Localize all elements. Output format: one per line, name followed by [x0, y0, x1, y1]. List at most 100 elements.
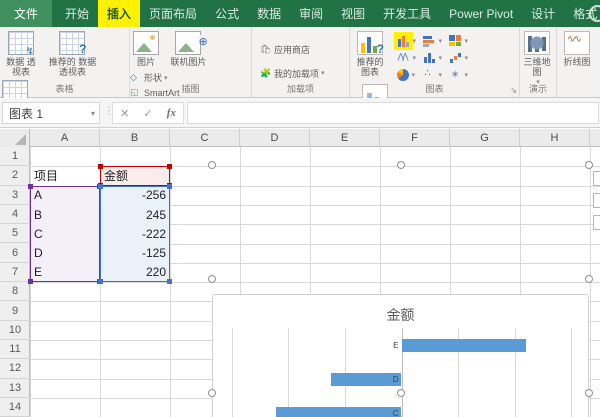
- tab-视图[interactable]: 视图: [332, 0, 374, 27]
- row-header-6[interactable]: 6: [0, 244, 30, 263]
- insert-line-or-area-chart-dropdown-icon[interactable]: ▾: [412, 54, 416, 62]
- insert-statistic-chart-button[interactable]: ▾: [423, 49, 449, 66]
- column-header-E[interactable]: E: [310, 129, 380, 147]
- ribbon-group-charts: 推荐的 图表 ▾▾▾▾▾▾▾▾▾ 数据透视图 ▾ ⇘ 图表: [350, 27, 520, 97]
- row-header-11[interactable]: 11: [0, 340, 30, 359]
- enter-icon[interactable]: ✓: [143, 107, 152, 120]
- cell-item-row5[interactable]: C: [30, 224, 100, 243]
- group-label-tours: 演示: [520, 82, 556, 95]
- cell-item-row6[interactable]: D: [30, 244, 100, 263]
- insert-function-icon[interactable]: fx: [167, 107, 176, 119]
- chart-selection-handle[interactable]: [397, 389, 405, 397]
- tab-开始[interactable]: 开始: [56, 0, 98, 27]
- column-header-B[interactable]: B: [100, 129, 170, 147]
- chart-selection-handle[interactable]: [585, 275, 593, 283]
- insert-scatter-chart-button[interactable]: ▾: [423, 66, 449, 83]
- formula-bar-buttons: ✕ ✓ fx: [112, 102, 184, 124]
- column-header-A[interactable]: A: [30, 129, 100, 147]
- insert-waterfall-chart-dropdown-icon[interactable]: ▾: [464, 54, 468, 62]
- insert-line-or-area-chart-button[interactable]: ▾: [397, 49, 423, 66]
- chart-selection-handle[interactable]: [208, 275, 216, 283]
- column-headers: ABCDEFGH: [0, 129, 600, 147]
- tab-power-pivot[interactable]: Power Pivot: [440, 0, 522, 27]
- insert-bar-chart-button[interactable]: ▾: [423, 32, 449, 49]
- chart-selection-handle[interactable]: [585, 161, 593, 169]
- select-all-corner[interactable]: [0, 129, 30, 147]
- row-header-3[interactable]: 3: [0, 186, 30, 205]
- insert-column-or-bar-chart-dropdown-icon[interactable]: ▾: [412, 37, 416, 45]
- insert-pie-chart-dropdown-icon[interactable]: ▾: [411, 71, 415, 79]
- line-sparkline-button[interactable]: 折线图: [557, 30, 597, 68]
- row-header-12[interactable]: 12: [0, 359, 30, 378]
- cell-amount-row6[interactable]: -125: [100, 244, 170, 263]
- my-addins-button[interactable]: 🧩 我的加载项▾: [260, 64, 325, 82]
- row-header-14[interactable]: 14: [0, 398, 30, 417]
- tab-页面布局[interactable]: 页面布局: [140, 0, 206, 27]
- name-box-dropdown-icon[interactable]: ▾: [91, 109, 95, 118]
- cell-item-row4[interactable]: B: [30, 205, 100, 224]
- tab-公式[interactable]: 公式: [206, 0, 248, 27]
- insert-column-or-bar-chart-button[interactable]: ▾: [397, 32, 423, 49]
- formula-input[interactable]: [187, 102, 599, 124]
- map3d-button[interactable]: 三维地 图 ▾: [520, 30, 554, 87]
- tab-开发工具[interactable]: 开发工具: [374, 0, 440, 27]
- row-header-5[interactable]: 5: [0, 224, 30, 243]
- insert-statistic-chart-dropdown-icon[interactable]: ▾: [438, 54, 442, 62]
- chart-side-button[interactable]: [593, 193, 600, 208]
- cell-b2[interactable]: 金额: [100, 166, 170, 185]
- cell-item-row3[interactable]: A: [30, 186, 100, 205]
- chart-selection-handle[interactable]: [397, 161, 405, 169]
- row-header-4[interactable]: 4: [0, 205, 30, 224]
- insert-hierarchy-chart-button[interactable]: ▾: [449, 32, 475, 49]
- chart-selection-handle[interactable]: [585, 389, 593, 397]
- insert-pie-chart-button[interactable]: ▾: [397, 66, 423, 83]
- row-header-13[interactable]: 13: [0, 379, 30, 398]
- pivottable-button[interactable]: 数据 透视表: [0, 30, 42, 79]
- cell-amount-row5[interactable]: -222: [100, 224, 170, 243]
- row-header-2[interactable]: 2: [0, 166, 30, 185]
- online-pictures-button[interactable]: 联机图片: [166, 30, 210, 68]
- cell-item-row7[interactable]: E: [30, 263, 100, 282]
- tab-审阅[interactable]: 审阅: [290, 0, 332, 27]
- tab-设计[interactable]: 设计: [522, 0, 564, 27]
- row-header-1[interactable]: 1: [0, 147, 30, 166]
- tab-插入[interactable]: 插入: [98, 0, 140, 27]
- chart-selection-handle[interactable]: [208, 161, 216, 169]
- cell-amount-row7[interactable]: 220: [100, 263, 170, 282]
- chart-side-button[interactable]: [593, 171, 600, 186]
- cell-amount-row3[interactable]: -256: [100, 186, 170, 205]
- tab-文件[interactable]: 文件: [0, 0, 52, 27]
- row-header-7[interactable]: 7: [0, 263, 30, 282]
- column-header-F[interactable]: F: [380, 129, 450, 147]
- worksheet[interactable]: 项目金额A-256B245C-222D-125E220 ABCDEFGH 123…: [0, 129, 600, 417]
- column-header-C[interactable]: C: [170, 129, 240, 147]
- chart-title[interactable]: 金额: [213, 305, 588, 325]
- store-button[interactable]: 🛍 应用商店: [260, 40, 325, 58]
- name-box[interactable]: 图表 1 ▾: [2, 102, 100, 124]
- column-header-H[interactable]: H: [520, 129, 590, 147]
- chart-selection-handle[interactable]: [208, 389, 216, 397]
- store-icon: 🛍: [260, 44, 272, 55]
- tellme-icon[interactable]: [589, 5, 600, 22]
- insert-bar-chart-dropdown-icon[interactable]: ▾: [438, 37, 442, 45]
- pictures-button[interactable]: 图片: [130, 30, 162, 68]
- row-header-10[interactable]: 10: [0, 321, 30, 340]
- row-header-8[interactable]: 8: [0, 282, 30, 301]
- column-header-D[interactable]: D: [240, 129, 310, 147]
- cancel-icon[interactable]: ✕: [120, 107, 129, 120]
- insert-surface-or-radar-chart-button[interactable]: ▾: [449, 66, 475, 83]
- insert-surface-or-radar-chart-dropdown-icon[interactable]: ▾: [464, 71, 468, 79]
- recommended-charts-button[interactable]: 推荐的 图表: [350, 30, 390, 79]
- insert-hierarchy-chart-dropdown-icon[interactable]: ▾: [464, 37, 468, 45]
- row-header-9[interactable]: 9: [0, 301, 30, 320]
- insert-scatter-chart-dropdown-icon[interactable]: ▾: [438, 71, 442, 79]
- tab-数据[interactable]: 数据: [248, 0, 290, 27]
- cell-amount-row4[interactable]: 245: [100, 205, 170, 224]
- insert-waterfall-chart-button[interactable]: ▾: [449, 49, 475, 66]
- cell-a2[interactable]: 项目: [30, 166, 100, 185]
- embedded-bar-chart[interactable]: 金额 -300-200-1000100200300ABCDE: [212, 294, 589, 417]
- chart-side-button[interactable]: [593, 215, 600, 230]
- recommended-pivottables-button[interactable]: 推荐的 数据透视表: [46, 30, 98, 79]
- chart-bar-E[interactable]: [402, 339, 526, 352]
- column-header-G[interactable]: G: [450, 129, 520, 147]
